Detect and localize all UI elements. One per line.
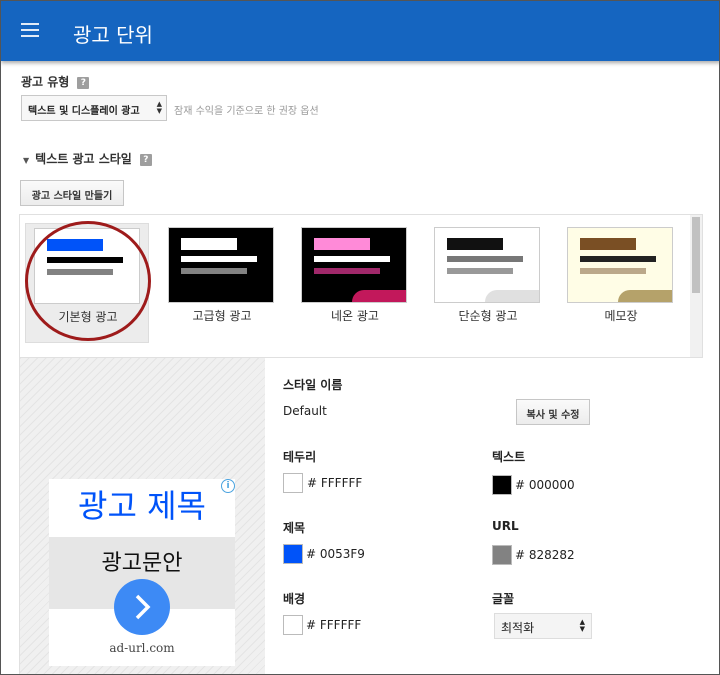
highlight-circle — [25, 221, 151, 341]
background-color-swatch[interactable] — [283, 615, 303, 635]
thumb-corner — [485, 290, 539, 302]
background-color-label: 배경 — [283, 592, 306, 606]
thumb-corner — [352, 290, 406, 302]
style-card-label: 고급형 광고 — [192, 309, 252, 323]
arrow-button[interactable] — [114, 579, 170, 635]
text-style-heading[interactable]: ▼ 텍스트 광고 스타일? — [23, 150, 152, 167]
ad-preview[interactable]: 광고 제목 광고문안 ad-url.com i — [49, 479, 235, 666]
thumb-url-bar — [181, 268, 247, 274]
border-color-hex: # FFFFFF — [307, 476, 363, 490]
text-style-label: 텍스트 광고 스타일 — [35, 152, 132, 166]
thumb-title-bar — [447, 238, 503, 250]
style-name-value: Default — [283, 404, 327, 418]
style-card-label: 메모장 — [604, 309, 638, 323]
font-select[interactable]: 최적화 ▲ ▼ — [494, 613, 592, 639]
font-selected: 최적화 — [501, 621, 535, 635]
url-color-hex: # 828282 — [515, 548, 575, 562]
app-bar: 광고 단위 — [1, 1, 719, 61]
font-label: 글꼴 — [492, 592, 515, 606]
ad-type-select[interactable]: 텍스트 및 디스플레이 광고 ▲ ▼ — [21, 95, 167, 121]
ad-type-hint: 잠재 수익을 기준으로 한 권장 옵션 — [174, 106, 319, 117]
ad-type-label: 광고 유형 — [21, 75, 70, 89]
style-thumbnail — [434, 227, 540, 303]
copy-edit-button[interactable]: 복사 및 수정 — [516, 399, 590, 425]
style-card-label: 단순형 광고 — [458, 309, 518, 323]
thumb-title-bar — [580, 238, 636, 250]
chevron-right-icon — [135, 594, 151, 620]
style-thumbnail — [168, 227, 274, 303]
background-color-hex: # FFFFFF — [306, 618, 362, 632]
url-color-swatch[interactable] — [492, 545, 512, 565]
thumb-url-bar — [447, 268, 513, 274]
style-card-label: 네온 광고 — [331, 309, 379, 323]
collapse-triangle-icon[interactable]: ▼ — [23, 156, 29, 165]
gallery-scrollbar[interactable] — [690, 215, 702, 357]
thumb-title-bar — [181, 238, 237, 250]
border-color-swatch[interactable] — [283, 473, 303, 493]
title-color-swatch[interactable] — [283, 544, 303, 564]
title-color-hex: # 0053F9 — [306, 547, 365, 561]
ad-type-heading: 광고 유형? — [21, 73, 90, 90]
style-name-label: 스타일 이름 — [283, 378, 343, 392]
style-card[interactable]: 단순형 광고 — [426, 223, 550, 343]
ad-url[interactable]: ad-url.com — [49, 641, 235, 655]
style-thumbnail — [301, 227, 407, 303]
thumb-text-bar — [314, 256, 390, 262]
title-color-label: 제목 — [283, 521, 306, 535]
thumb-text-bar — [447, 256, 523, 262]
text-color-label: 텍스트 — [492, 450, 526, 464]
select-arrows-icon: ▲ ▼ — [156, 100, 162, 115]
help-icon[interactable]: ? — [139, 153, 152, 166]
border-label: 테두리 — [283, 450, 317, 464]
style-card[interactable]: 네온 광고 — [293, 223, 417, 343]
ad-title[interactable]: 광고 제목 — [49, 481, 235, 527]
thumb-url-bar — [580, 268, 646, 274]
style-card[interactable]: 고급형 광고 — [160, 223, 284, 343]
thumb-text-bar — [580, 256, 656, 262]
text-color-swatch[interactable] — [492, 475, 512, 495]
menu-icon[interactable] — [21, 23, 41, 39]
info-icon[interactable]: i — [221, 479, 235, 493]
thumb-text-bar — [181, 256, 257, 262]
scrollbar-thumb[interactable] — [692, 217, 700, 293]
create-style-button[interactable]: 광고 스타일 만들기 — [20, 180, 124, 206]
thumb-corner — [618, 290, 672, 302]
style-card[interactable]: 메모장 — [559, 223, 683, 343]
style-thumbnail — [567, 227, 673, 303]
help-icon[interactable]: ? — [77, 76, 90, 89]
page-title: 광고 단위 — [73, 23, 153, 47]
page-frame: 광고 단위 광고 유형? 텍스트 및 디스플레이 광고 ▲ ▼ 잠재 수익을 기준… — [0, 0, 720, 675]
select-arrows-icon: ▲ ▼ — [579, 618, 585, 633]
url-color-label: URL — [492, 519, 519, 533]
ad-type-selected: 텍스트 및 디스플레이 광고 — [28, 106, 140, 117]
text-color-hex: # 000000 — [515, 478, 575, 492]
thumb-url-bar — [314, 268, 380, 274]
thumb-title-bar — [314, 238, 370, 250]
